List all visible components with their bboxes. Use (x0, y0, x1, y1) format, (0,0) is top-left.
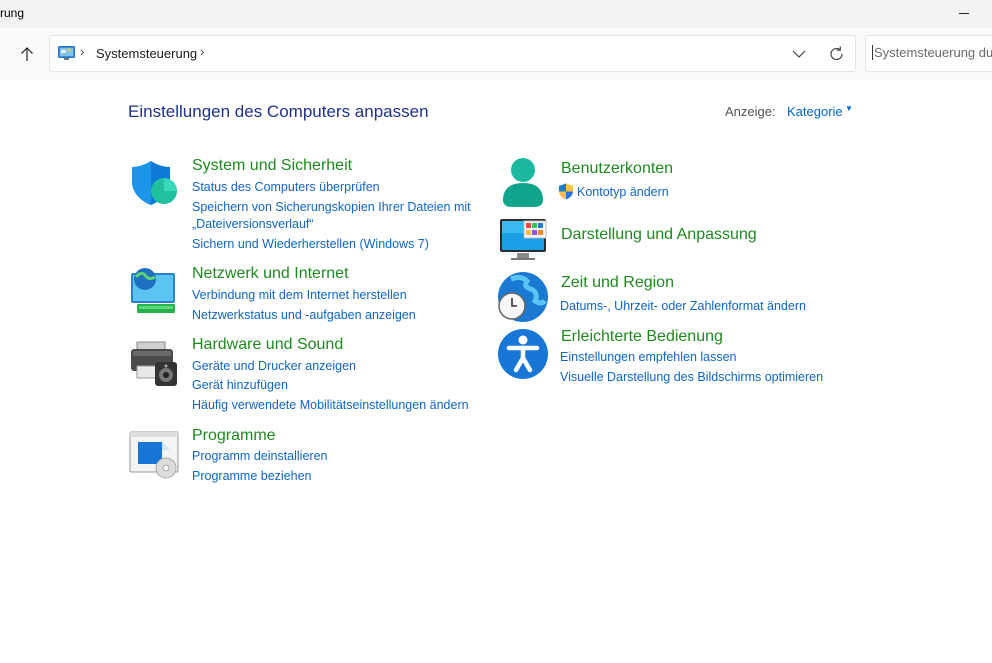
link-mobility-settings[interactable]: Häufig verwendete Mobilitätseinstellunge… (192, 398, 469, 412)
link-file-history-cont[interactable]: „Dateiversionsverlauf“ (192, 217, 314, 231)
title-bar: rung (0, 0, 992, 28)
link-change-account-type[interactable]: Kontotyp ändern (577, 185, 669, 199)
search-input[interactable] (872, 45, 992, 60)
network-icon[interactable] (129, 267, 179, 315)
minimize-button[interactable] (952, 2, 976, 24)
window-title: rung (0, 6, 25, 20)
user-icon[interactable] (499, 156, 547, 208)
category-system-security[interactable]: System und Sicherheit (192, 157, 352, 175)
refresh-icon (830, 46, 843, 61)
navigation-bar: › Systemsteuerung › (0, 28, 992, 80)
link-add-device[interactable]: Gerät hinzufügen (192, 378, 288, 392)
search-box[interactable] (865, 35, 992, 72)
breadcrumb-separator[interactable]: › (80, 44, 84, 59)
up-button[interactable] (12, 40, 42, 68)
link-check-status[interactable]: Status des Computers überprüfen (192, 180, 380, 194)
category-ease-of-access[interactable]: Erleichterte Bedienung (561, 328, 723, 346)
shield-icon[interactable] (129, 159, 179, 207)
address-history-button[interactable] (788, 44, 810, 64)
link-devices-printers[interactable]: Geräte und Drucker anzeigen (192, 359, 356, 373)
chevron-down-icon (792, 50, 806, 58)
refresh-button[interactable] (826, 44, 848, 64)
arrow-up-icon (21, 47, 33, 61)
clock-globe-icon[interactable] (497, 271, 549, 323)
caret-down-icon[interactable]: ▼ (845, 104, 853, 113)
accessibility-icon[interactable] (497, 328, 549, 380)
link-get-programs[interactable]: Programme beziehen (192, 469, 312, 483)
link-optimize-display[interactable]: Visuelle Darstellung des Bildschirms opt… (560, 370, 823, 384)
breadcrumb-separator[interactable]: › (200, 44, 204, 59)
view-mode-dropdown[interactable]: Kategorie (787, 104, 843, 119)
category-hardware-sound[interactable]: Hardware und Sound (192, 336, 343, 354)
link-file-history[interactable]: Speichern von Sicherungskopien Ihrer Dat… (192, 200, 471, 214)
link-network-status[interactable]: Netzwerkstatus und -aufgaben anzeigen (192, 308, 416, 322)
category-clock-region[interactable]: Zeit und Region (561, 274, 674, 292)
printer-icon[interactable] (129, 340, 179, 388)
monitor-icon[interactable] (499, 217, 549, 261)
category-programs[interactable]: Programme (192, 427, 276, 445)
link-uninstall-program[interactable]: Programm deinstallieren (192, 449, 327, 463)
category-appearance[interactable]: Darstellung und Anpassung (561, 226, 757, 244)
category-network-internet[interactable]: Netzwerk und Internet (192, 265, 349, 283)
category-user-accounts[interactable]: Benutzerkonten (561, 160, 673, 178)
breadcrumb-systemsteuerung[interactable]: Systemsteuerung (96, 46, 197, 61)
link-recommend-settings[interactable]: Einstellungen empfehlen lassen (560, 350, 737, 364)
programs-icon[interactable] (129, 430, 181, 480)
link-connect-internet[interactable]: Verbindung mit dem Internet herstellen (192, 288, 407, 302)
view-label: Anzeige: (725, 104, 776, 119)
address-bar[interactable]: › Systemsteuerung › (49, 35, 856, 72)
link-date-time-format[interactable]: Datums-, Uhrzeit- oder Zahlenformat ände… (560, 299, 806, 313)
control-panel-icon (58, 46, 75, 60)
link-backup-restore[interactable]: Sichern und Wiederherstellen (Windows 7) (192, 237, 429, 251)
uac-shield-icon (559, 183, 573, 200)
page-title: Einstellungen des Computers anpassen (128, 102, 429, 121)
